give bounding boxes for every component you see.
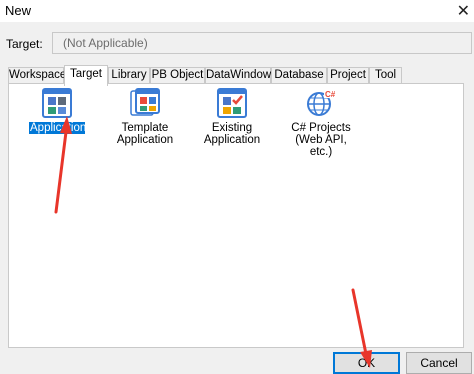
item-label: Existing Application [203, 122, 261, 146]
window-title: New [5, 3, 32, 18]
target-row: Target: (Not Applicable) [0, 30, 474, 58]
ok-button[interactable]: OK [333, 352, 400, 374]
template-application-icon [130, 88, 160, 118]
existing-application-icon [217, 88, 247, 118]
tab-database[interactable]: Database [271, 67, 327, 84]
tab-pb-object[interactable]: PB Object [150, 67, 205, 84]
tab-workspace[interactable]: Workspace [8, 67, 66, 84]
csharp-projects-icon: C# [306, 88, 336, 118]
tab-target[interactable]: Target [64, 65, 108, 86]
cancel-button[interactable]: Cancel [406, 352, 472, 374]
target-label: Target: [6, 37, 43, 51]
item-existing-application[interactable]: Existing Application [189, 88, 275, 146]
tab-datawindow[interactable]: DataWindow [205, 67, 271, 84]
application-icon [42, 88, 72, 118]
item-label: Application [29, 122, 87, 134]
tab-project[interactable]: Project [327, 67, 369, 84]
svg-text:C#: C# [325, 90, 336, 99]
target-field[interactable]: (Not Applicable) [52, 32, 472, 54]
item-csharp-projects[interactable]: C# C# Projects (Web API, etc.) [283, 88, 359, 158]
target-panel: Application Template Application Existin… [8, 83, 464, 348]
item-application[interactable]: Application [29, 88, 87, 134]
item-label: C# Projects (Web API, etc.) [291, 122, 351, 158]
tab-tool[interactable]: Tool [369, 67, 402, 84]
title-bar: New ✕ [0, 0, 474, 22]
tab-library[interactable]: Library [108, 67, 150, 84]
close-icon[interactable]: ✕ [457, 1, 470, 21]
item-label: Template Application [116, 122, 174, 146]
item-template-application[interactable]: Template Application [113, 88, 177, 146]
